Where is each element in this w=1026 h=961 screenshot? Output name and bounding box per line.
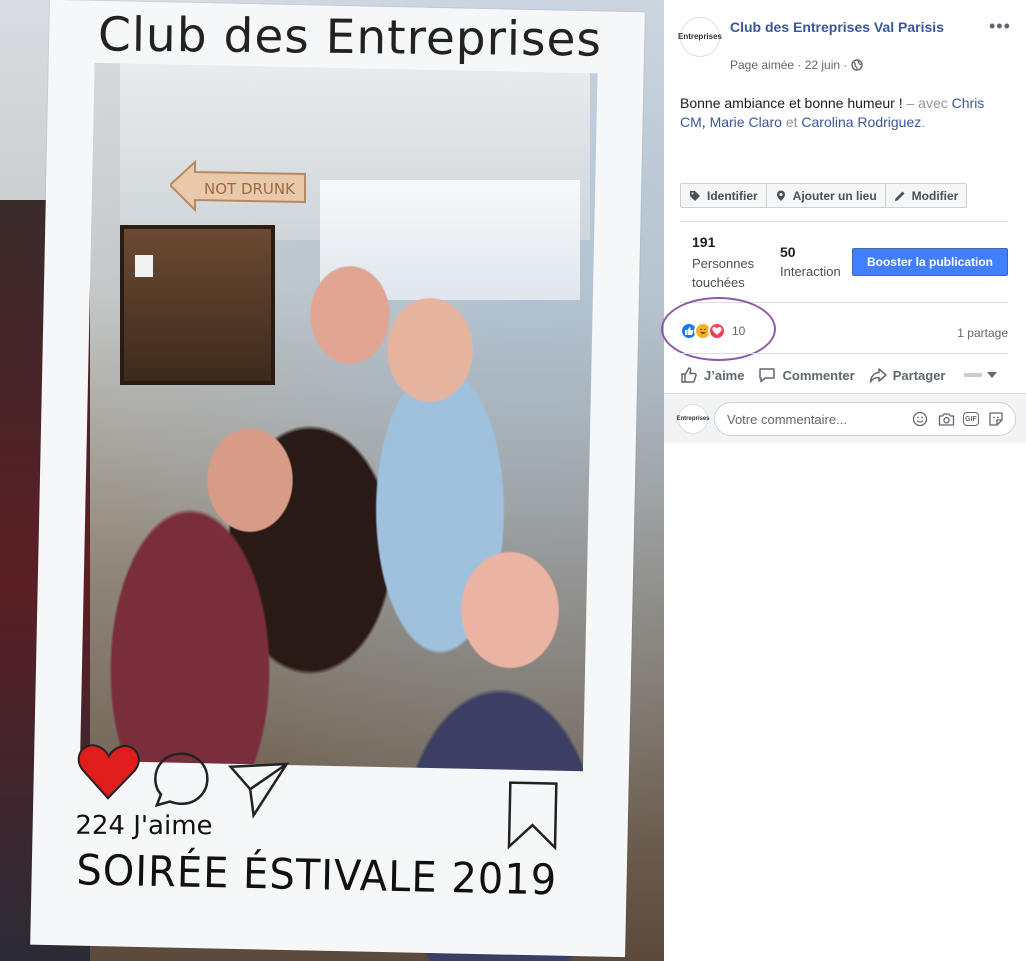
edit-button[interactable]: Modifier bbox=[886, 184, 967, 207]
love-reaction-icon bbox=[708, 322, 726, 340]
frame-bottom-panel: 224 J'aime SOIRÉE ÉSTIVALE 2019 bbox=[53, 739, 617, 951]
post-text-with: – avec bbox=[906, 95, 948, 111]
comment-button[interactable]: Commenter bbox=[758, 366, 855, 384]
post-text-and: et bbox=[785, 114, 798, 130]
tag-icon bbox=[690, 190, 700, 201]
frame-title: Club des Entreprises bbox=[97, 7, 603, 68]
more-options-icon[interactable]: ••• bbox=[989, 16, 1011, 37]
post-actions: J’aime Commenter Partager bbox=[680, 362, 1010, 388]
tag-link-2[interactable]: Marie Claro bbox=[710, 114, 782, 130]
share-label: Partager bbox=[892, 367, 946, 383]
engagement-number: 50 bbox=[780, 244, 796, 260]
commenter-avatar: Entreprises bbox=[677, 404, 710, 434]
boost-post-button[interactable]: Booster la publication bbox=[852, 248, 1008, 276]
page-name-link[interactable]: Club des Entreprises Val Parisis bbox=[730, 19, 944, 35]
post-panel: Entreprises Club des Entreprises Val Par… bbox=[661, 0, 1026, 961]
reaction-count: 10 bbox=[732, 324, 746, 338]
chevron-down-icon bbox=[987, 372, 998, 378]
post-photo[interactable]: NOT DRUNK Club des Entreprises 224 J'aim… bbox=[0, 0, 664, 961]
share-button[interactable]: Partager bbox=[869, 366, 946, 384]
identify-button[interactable]: Identifier bbox=[681, 184, 767, 207]
thumbs-up-icon bbox=[681, 367, 697, 383]
comment-label: Commenter bbox=[782, 367, 855, 383]
post-meta-text: Page aimée · 22 juin · bbox=[730, 58, 848, 72]
camera-icon[interactable] bbox=[937, 410, 955, 428]
comment-composer: Entreprises Votre commentaire... GIF bbox=[664, 393, 1026, 443]
divider bbox=[680, 353, 1008, 354]
like-button[interactable]: J’aime bbox=[680, 366, 744, 384]
bookmark-icon bbox=[507, 781, 558, 851]
post-text: Bonne ambiance et bonne humeur ! – avec … bbox=[680, 94, 1010, 132]
comment-tools: GIF bbox=[911, 403, 1005, 435]
audience-selector[interactable] bbox=[963, 370, 998, 380]
comma: , bbox=[701, 114, 706, 130]
identify-label: Identifier bbox=[707, 188, 758, 203]
pencil-icon bbox=[894, 191, 905, 201]
frame-likes-text: 224 J'aime bbox=[75, 810, 213, 842]
photo-tools: Identifier Ajouter un lieu Modifier bbox=[680, 183, 968, 208]
comment-icon bbox=[759, 368, 776, 383]
post-text-main: Bonne ambiance et bonne humeur ! bbox=[680, 95, 903, 111]
engagement-label: Interactions bbox=[780, 264, 840, 279]
page-avatar[interactable]: Entreprises bbox=[678, 17, 722, 57]
share-count-link[interactable]: 1 partage bbox=[957, 326, 1008, 340]
audience-avatar-icon bbox=[964, 373, 983, 377]
reach-label: Personnes touchées bbox=[692, 256, 755, 290]
sticker-icon[interactable] bbox=[987, 410, 1005, 428]
comment-input[interactable]: Votre commentaire... GIF bbox=[714, 402, 1016, 436]
like-label: J’aime bbox=[704, 367, 745, 383]
frame-event-text: SOIRÉE ÉSTIVALE 2019 bbox=[75, 846, 558, 905]
emoji-icon[interactable] bbox=[911, 410, 929, 428]
post-meta: Page aimée · 22 juin · bbox=[730, 58, 864, 72]
gif-icon[interactable]: GIF bbox=[963, 412, 979, 426]
share-arrow-icon bbox=[869, 368, 887, 383]
add-place-button[interactable]: Ajouter un lieu bbox=[767, 184, 886, 207]
globe-icon bbox=[851, 59, 864, 71]
send-icon bbox=[227, 762, 290, 819]
edit-label: Modifier bbox=[911, 188, 959, 203]
comment-placeholder: Votre commentaire... bbox=[727, 411, 847, 427]
location-pin-icon bbox=[776, 190, 785, 201]
add-place-label: Ajouter un lieu bbox=[792, 188, 877, 203]
reactions-summary[interactable]: 10 bbox=[680, 322, 745, 340]
heart-icon bbox=[77, 744, 140, 800]
post-text-end: . bbox=[921, 114, 926, 130]
comment-bubble-icon bbox=[154, 752, 209, 808]
reach-number: 191 bbox=[692, 234, 716, 250]
tag-link-3[interactable]: Carolina Rodriguez bbox=[801, 114, 921, 130]
divider bbox=[680, 221, 1008, 222]
